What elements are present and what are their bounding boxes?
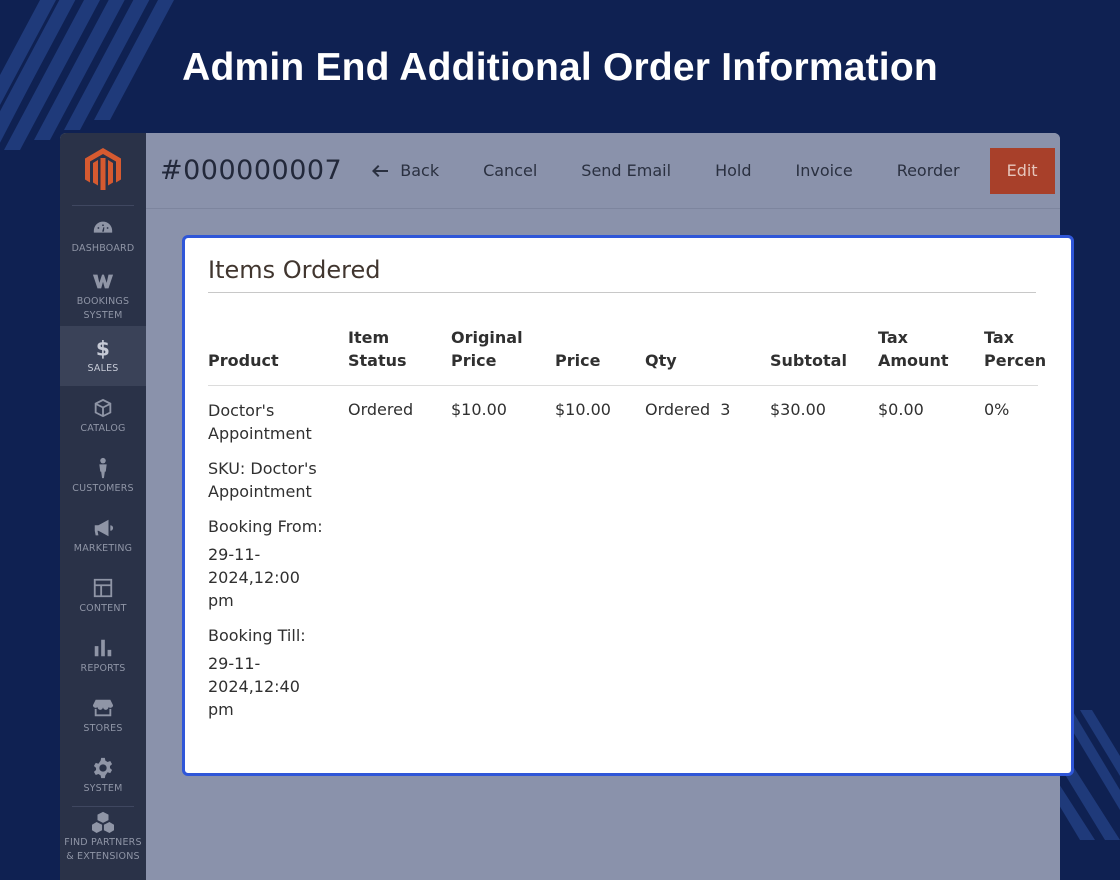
- storefront-icon: [92, 699, 114, 716]
- back-button[interactable]: Back: [358, 148, 461, 194]
- qty-value: Ordered 3: [645, 400, 731, 419]
- sidebar-item-label: SYSTEM: [83, 782, 123, 794]
- price-value: $10.00: [555, 400, 611, 419]
- sidebar-item-content[interactable]: CONTENT: [60, 566, 146, 626]
- sidebar-item-label: FIND PARTNERS & EXTENSIONS: [64, 836, 142, 862]
- bar-chart-icon: [94, 639, 112, 656]
- reorder-button[interactable]: Reorder: [875, 148, 982, 194]
- column-header-subtotal: Subtotal: [770, 350, 847, 370]
- sidebar-item-stores[interactable]: STORES: [60, 686, 146, 746]
- invoice-button[interactable]: Invoice: [773, 148, 874, 194]
- bookings-w-icon: [92, 274, 114, 288]
- column-header-qty: Qty: [645, 350, 677, 370]
- header-divider: [208, 385, 1038, 386]
- sidebar-item-customers[interactable]: CUSTOMERS: [60, 446, 146, 506]
- item-status-value: Ordered: [348, 400, 414, 419]
- product-sku: SKU: Doctor's Appointment: [208, 459, 317, 501]
- person-icon: [99, 457, 107, 478]
- product-cell: Doctor's Appointment SKU: Doctor's Appoi…: [208, 399, 328, 733]
- sidebar-item-reports[interactable]: REPORTS: [60, 626, 146, 686]
- product-name: Doctor's Appointment: [208, 401, 312, 443]
- tax-percent-value: 0%: [984, 400, 1010, 419]
- cubes-icon: [92, 811, 114, 833]
- column-header-tax-percent: Tax Percen: [984, 328, 1047, 370]
- subtotal-value: $30.00: [770, 400, 826, 419]
- sidebar-item-find-partners[interactable]: FIND PARTNERS & EXTENSIONS: [60, 807, 146, 867]
- title-divider: [208, 292, 1036, 293]
- sidebar-item-label: DASHBOARD: [71, 242, 135, 254]
- logo[interactable]: [72, 133, 134, 206]
- booking-till-value: 29-11-2024,12:40 pm: [208, 654, 300, 719]
- column-header-item-status: Item Status: [348, 328, 407, 370]
- booking-till-label: Booking Till:: [208, 626, 306, 645]
- sidebar-item-marketing[interactable]: MARKETING: [60, 506, 146, 566]
- sidebar-item-label: BOOKINGS SYSTEM: [76, 295, 130, 321]
- order-number: #000000007: [160, 155, 343, 186]
- sidebar-item-bookings-system[interactable]: BOOKINGS SYSTEM: [60, 266, 146, 326]
- tax-amount-value: $0.00: [878, 400, 924, 419]
- admin-sidebar: DASHBOARD BOOKINGS SYSTEM $ SALES CATALO…: [60, 133, 146, 880]
- page-headline: Admin End Additional Order Information: [182, 46, 938, 89]
- layout-icon: [93, 578, 113, 597]
- booking-from-label: Booking From:: [208, 517, 323, 536]
- booking-from-value: 29-11-2024,12:00 pm: [208, 545, 300, 610]
- svg-text:$: $: [96, 337, 110, 359]
- original-price-value: $10.00: [451, 400, 507, 419]
- items-ordered-card: Items Ordered Product Item Status Origin…: [182, 235, 1074, 776]
- sidebar-item-label: STORES: [83, 722, 123, 734]
- sidebar-item-label: REPORTS: [80, 662, 126, 674]
- section-title: Items Ordered: [208, 256, 381, 284]
- box-icon: [94, 398, 112, 417]
- dollar-icon: $: [96, 337, 110, 359]
- sidebar-item-catalog[interactable]: CATALOG: [60, 386, 146, 446]
- arrow-left-icon: [372, 164, 389, 177]
- gauge-icon: [93, 221, 113, 233]
- sidebar-item-dashboard[interactable]: DASHBOARD: [60, 206, 146, 266]
- cancel-button[interactable]: Cancel: [461, 148, 559, 194]
- sidebar-item-system[interactable]: SYSTEM: [60, 746, 146, 806]
- sidebar-item-label: CONTENT: [79, 602, 127, 614]
- magento-logo-icon: [85, 148, 121, 190]
- send-email-button[interactable]: Send Email: [559, 148, 693, 194]
- hold-button[interactable]: Hold: [693, 148, 773, 194]
- column-header-original-price: Original Price: [451, 328, 523, 370]
- order-toolbar: #000000007 Back Cancel Send Email Hold I…: [146, 133, 1060, 209]
- sidebar-item-label: CATALOG: [80, 422, 126, 434]
- megaphone-icon: [94, 519, 114, 536]
- sidebar-item-label: MARKETING: [73, 542, 133, 554]
- column-header-tax-amount: Tax Amount: [878, 328, 949, 370]
- sidebar-item-label: CUSTOMERS: [72, 482, 134, 494]
- column-header-product: Product: [208, 350, 279, 370]
- edit-button[interactable]: Edit: [989, 147, 1055, 194]
- gear-icon: [93, 757, 113, 778]
- column-header-price: Price: [555, 350, 601, 370]
- sidebar-item-sales[interactable]: $ SALES: [60, 326, 146, 386]
- sidebar-item-label: SALES: [87, 362, 119, 374]
